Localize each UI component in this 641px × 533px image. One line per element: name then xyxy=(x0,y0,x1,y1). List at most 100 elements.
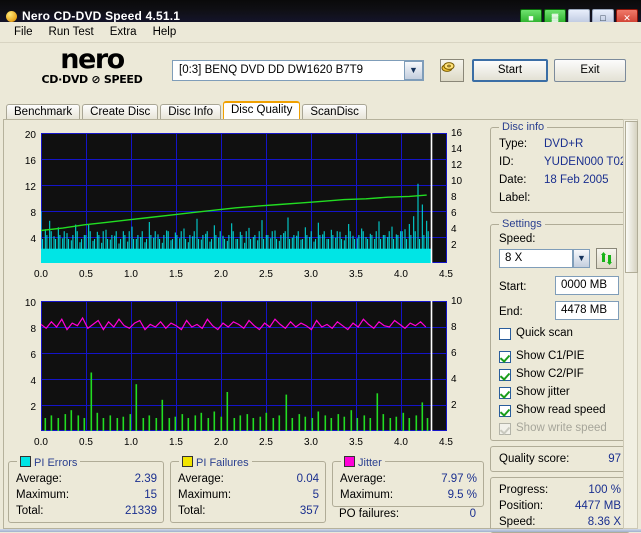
speed-label: Speed: xyxy=(499,233,536,245)
disc-type-label: Type: xyxy=(499,138,528,150)
maximize-button[interactable]: □ xyxy=(592,9,614,22)
menu-item-help[interactable]: Help xyxy=(145,24,185,40)
disc-label-label: Label: xyxy=(499,192,531,204)
scan-end-label: End: xyxy=(499,306,523,318)
pie-xtick: 0.5 xyxy=(79,269,93,280)
pi-failures-color-swatch xyxy=(182,456,193,467)
disc-date-value: 18 Feb 2005 xyxy=(544,174,609,186)
menu-item-runtest[interactable]: Run Test xyxy=(41,24,102,40)
pi-failures-total-label: Total: xyxy=(178,505,206,517)
drive-select[interactable]: [0:3] BENQ DVD DD DW1620 B7T9 xyxy=(172,60,424,81)
pi-failures-group: PI Failures Average: 0.04 Maximum: 5 Tot… xyxy=(170,455,326,523)
checkbox-quick-scan-label: Quick scan xyxy=(516,327,573,339)
speed-dropdown-arrow[interactable]: ▼ xyxy=(573,249,590,268)
pi-errors-caption: PI Errors xyxy=(17,455,81,469)
refresh-icon[interactable] xyxy=(596,248,617,269)
pif-plot-area xyxy=(41,301,447,431)
pie-ytick: 8 xyxy=(30,208,36,219)
pie-ytick: 20 xyxy=(24,130,36,141)
pie-y2tick: 10 xyxy=(451,176,463,187)
pi-errors-total-value: 21339 xyxy=(125,505,157,517)
pif-xtick: 1.0 xyxy=(124,437,138,448)
jitter-avg-value: 7.97 % xyxy=(441,473,477,485)
quality-score-value: 97 xyxy=(608,453,621,465)
pif-xtick: 0.0 xyxy=(34,437,48,448)
progress-value: 100 % xyxy=(588,484,621,496)
nero-green-button-2[interactable]: ▓ xyxy=(544,9,566,22)
pie-xtick: 1.0 xyxy=(124,269,138,280)
exit-button[interactable]: Exit xyxy=(554,59,626,82)
checkbox-quick-scan[interactable] xyxy=(499,328,511,340)
pie-chart: 20 16 12 8 4 16 14 12 10 8 6 4 2 0.0 0.5… xyxy=(8,124,484,288)
checkbox-show-read-speed[interactable] xyxy=(499,405,511,417)
pie-xtick: 3.0 xyxy=(304,269,318,280)
pif-ytick: 4 xyxy=(30,376,36,387)
nero-green-button-1[interactable]: ■ xyxy=(520,9,542,22)
pi-errors-avg-label: Average: xyxy=(16,473,62,485)
close-button[interactable]: ✕ xyxy=(616,9,638,22)
position-value: 4477 MB xyxy=(574,500,621,512)
pie-xtick: 0.0 xyxy=(34,269,48,280)
pif-xtick: 0.5 xyxy=(79,437,93,448)
jitter-caption: Jitter xyxy=(341,455,385,469)
disc-icon xyxy=(6,11,17,22)
menu-item-file[interactable]: File xyxy=(6,24,41,40)
pif-xtick: 3.5 xyxy=(349,437,363,448)
pie-ytick: 4 xyxy=(30,234,36,245)
tab-disc-info[interactable]: Disc Info xyxy=(160,104,221,120)
jitter-max-label: Maximum: xyxy=(340,489,394,501)
checkbox-show-write-speed-label: Show write speed xyxy=(516,422,607,434)
disc-info-caption: Disc info xyxy=(499,121,548,133)
pie-xtick: 3.5 xyxy=(349,269,363,280)
pi-failures-caption: PI Failures xyxy=(179,455,252,469)
pif-ytick: 8 xyxy=(30,324,36,335)
start-button[interactable]: Start xyxy=(472,59,548,82)
pif-jitter-chart: 10 8 6 4 2 10 8 6 4 2 0.0 0.5 1.0 1.5 2.… xyxy=(8,292,484,456)
pi-failures-avg-label: Average: xyxy=(178,473,224,485)
pif-ytick: 2 xyxy=(30,402,36,413)
scrollbar-thumb[interactable] xyxy=(625,121,638,273)
checkbox-show-c1-pie[interactable] xyxy=(499,351,511,363)
disc-info-group: Disc info Type: DVD+R ID: YUDEN000 T02 D… xyxy=(490,121,630,213)
scan-start-field[interactable]: 0000 MB xyxy=(555,276,619,295)
pi-failures-max-value: 5 xyxy=(312,489,319,501)
eject-disc-icon[interactable] xyxy=(440,59,464,82)
disc-quality-panel: 20 16 12 8 4 16 14 12 10 8 6 4 2 0.0 0.5… xyxy=(3,119,638,533)
pif-ytick: 10 xyxy=(24,298,36,309)
progress-label: Progress: xyxy=(499,484,549,496)
window-title: Nero CD-DVD Speed 4.51.1 xyxy=(22,9,181,22)
pie-xtick: 2.0 xyxy=(214,269,228,280)
pi-errors-max-label: Maximum: xyxy=(16,489,70,501)
minimize-button[interactable]: _ xyxy=(568,9,590,22)
menu-bar: File Run Test Extra Help xyxy=(0,22,641,43)
pif-y2tick: 10 xyxy=(451,296,463,307)
position-label: Position: xyxy=(499,500,544,512)
pie-xtick: 4.0 xyxy=(394,269,408,280)
jitter-avg-label: Average: xyxy=(340,473,386,485)
pie-ytick: 16 xyxy=(24,156,36,167)
scan-speed-value: 8.36 X xyxy=(587,516,621,528)
tab-benchmark[interactable]: Benchmark xyxy=(6,104,81,120)
tab-create-disc[interactable]: Create Disc xyxy=(82,104,159,120)
pie-y2tick: 12 xyxy=(451,160,463,171)
checkbox-show-c2-pif[interactable] xyxy=(499,369,511,381)
settings-group: Settings Speed: 8 X ▼ Start: 0000 MB End… xyxy=(490,218,630,441)
jitter-caption-text: Jitter xyxy=(358,457,382,469)
checkbox-show-c1-pie-label: Show C1/PIE xyxy=(516,350,585,362)
chevron-down-icon[interactable]: ▼ xyxy=(404,61,423,80)
pie-plot-area xyxy=(41,133,447,263)
tab-disc-quality[interactable]: Disc Quality xyxy=(223,101,301,120)
pif-xtick: 1.5 xyxy=(169,437,183,448)
pi-failures-avg-value: 0.04 xyxy=(296,473,319,485)
pie-plot-svg xyxy=(41,133,447,263)
pif-xtick: 3.0 xyxy=(304,437,318,448)
menu-item-extra[interactable]: Extra xyxy=(102,24,145,40)
vertical-scrollbar[interactable] xyxy=(623,119,638,529)
scan-end-field[interactable]: 4478 MB xyxy=(555,301,619,320)
checkbox-show-jitter[interactable] xyxy=(499,387,511,399)
tab-scandisc[interactable]: ScanDisc xyxy=(302,104,367,120)
pie-y2tick: 8 xyxy=(451,192,457,203)
nero-logo: nero CD·DVD ⊘ SPEED xyxy=(22,46,162,86)
pif-y2tick: 8 xyxy=(451,322,457,333)
speed-select[interactable]: 8 X xyxy=(499,249,573,268)
